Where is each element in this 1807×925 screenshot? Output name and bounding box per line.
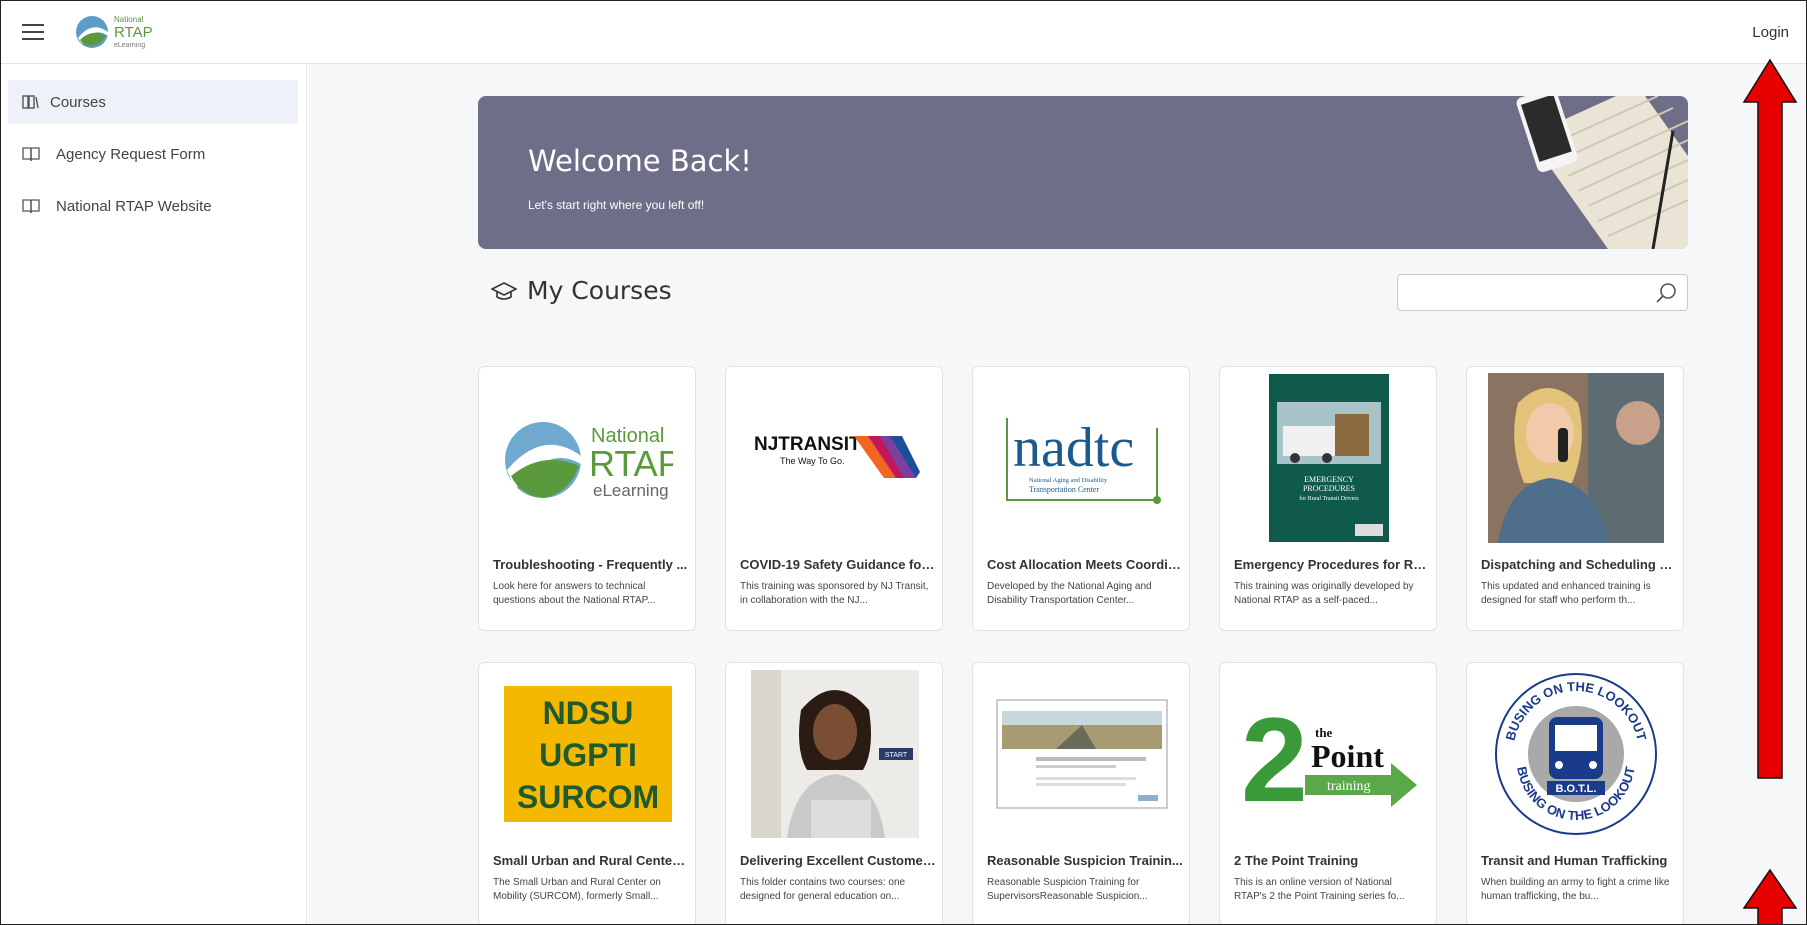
course-card[interactable]: NJTRANSIT The Way To Go. COVID-19 Safety… <box>725 366 943 631</box>
national-rtap-logo[interactable]: National RTAP eLearning <box>74 10 164 54</box>
sidebar-item-agency-request-form[interactable]: Agency Request Form <box>8 132 298 176</box>
course-thumbnail <box>1487 373 1665 543</box>
emergency-procedures-cover: EMERGENCY PROCEDURES for Rural Transit D… <box>1269 374 1389 542</box>
course-description: This training was originally developed b… <box>1234 581 1414 606</box>
course-thumbnail: NDSU UGPTI SURCOM <box>499 669 677 839</box>
course-title: Dispatching and Scheduling Tr... <box>1481 557 1677 572</box>
course-thumbnail: EMERGENCY PROCEDURES for Rural Transit D… <box>1240 373 1418 543</box>
dispatcher-photo <box>1488 373 1664 543</box>
sidebar-item-label: Agency Request Form <box>56 145 206 163</box>
course-title: Reasonable Suspicion Trainin... <box>987 853 1183 868</box>
svg-text:NJTRANSIT: NJTRANSIT <box>754 434 861 455</box>
course-thumbnail: National RTAP eLearning <box>499 373 677 543</box>
course-title: Cost Allocation Meets Coordin... <box>987 557 1183 572</box>
svg-text:SURCOM: SURCOM <box>517 779 659 815</box>
svg-text:B.O.T.L.: B.O.T.L. <box>1556 783 1597 795</box>
sidebar: Courses Agency Request Form National RTA… <box>0 64 307 925</box>
course-card[interactable]: nadtc National Aging and Disability Tran… <box>972 366 1190 631</box>
two-the-point-logo: 2 the Point training <box>1241 693 1417 819</box>
course-title: COVID-19 Safety Guidance for ... <box>740 557 936 572</box>
course-description: Developed by the National Aging and Disa… <box>987 581 1152 606</box>
graduation-cap-icon <box>491 281 517 300</box>
svg-text:Transportation Center: Transportation Center <box>1029 485 1099 494</box>
course-description: This updated and enhanced training is de… <box>1481 581 1651 606</box>
course-description: This is an online version of National RT… <box>1234 877 1405 902</box>
svg-text:Point: Point <box>1311 738 1384 774</box>
svg-text:PROCEDURES: PROCEDURES <box>1303 484 1355 493</box>
svg-text:UGPTI: UGPTI <box>539 737 637 773</box>
course-title: Troubleshooting - Frequently ... <box>493 557 688 572</box>
search-input[interactable] <box>1398 275 1638 310</box>
svg-text:EMERGENCY: EMERGENCY <box>1304 475 1354 484</box>
sidebar-item-label: National RTAP Website <box>56 197 212 215</box>
notebook-phone-illustration <box>1516 96 1688 249</box>
course-thumbnail: 2 the Point training <box>1240 669 1418 839</box>
hamburger-menu-icon[interactable] <box>22 24 44 40</box>
sidebar-item-national-rtap-website[interactable]: National RTAP Website <box>8 184 298 228</box>
course-thumbnail <box>993 669 1171 839</box>
svg-text:eLearning: eLearning <box>114 42 145 49</box>
main-content: Welcome Back! Let's start right where yo… <box>308 64 1807 925</box>
course-title: Delivering Excellent Customer... <box>740 853 936 868</box>
course-description: Reasonable Suspicion Training for Superv… <box>987 877 1148 902</box>
course-description: Look here for answers to technical quest… <box>493 581 656 606</box>
course-search <box>1397 274 1688 311</box>
surcom-logo: NDSU UGPTI SURCOM <box>504 686 672 822</box>
search-icon[interactable] <box>1655 282 1677 304</box>
sidebar-item-courses[interactable]: Courses <box>8 80 298 124</box>
course-title: Emergency Procedures for Ru... <box>1234 557 1430 572</box>
svg-text:training: training <box>1327 779 1371 794</box>
course-title: Transit and Human Trafficking <box>1481 853 1668 868</box>
svg-text:eLearning: eLearning <box>593 481 669 500</box>
busing-on-the-lookout-logo: BUSING ON THE LOOKOUT BUSING ON THE LOOK… <box>1495 673 1657 835</box>
nadtc-logo: nadtc National Aging and Disability Tran… <box>1006 417 1161 504</box>
courses-icon <box>22 95 39 109</box>
national-rtap-logo: National RTAP eLearning <box>505 422 673 500</box>
reasonable-suspicion-screenshot <box>996 699 1168 809</box>
svg-text:nadtc: nadtc <box>1013 417 1134 479</box>
top-bar: National RTAP eLearning Login <box>0 0 1807 64</box>
svg-text:National: National <box>114 15 144 24</box>
my-courses-heading: My Courses <box>491 276 672 305</box>
svg-text:START: START <box>885 752 908 759</box>
course-description: The Small Urban and Rural Center on Mobi… <box>493 877 661 902</box>
nj-transit-logo: NJTRANSIT The Way To Go. <box>754 434 920 478</box>
svg-text:RTAP: RTAP <box>589 443 673 484</box>
scroll-up-arrow-annotation <box>1742 868 1798 925</box>
course-card[interactable]: 2 the Point training 2 The Point Trainin… <box>1219 662 1437 925</box>
course-thumbnail: nadtc National Aging and Disability Tran… <box>993 373 1171 543</box>
course-description: This folder contains two courses: one de… <box>740 877 906 902</box>
course-title: Small Urban and Rural Center ... <box>493 853 689 868</box>
course-card[interactable]: EMERGENCY PROCEDURES for Rural Transit D… <box>1219 366 1437 631</box>
svg-text:for Rural Transit Drivers: for Rural Transit Drivers <box>1299 495 1359 502</box>
book-icon <box>22 147 40 162</box>
scroll-up-arrow-annotation <box>1742 58 1798 779</box>
svg-text:NDSU: NDSU <box>543 695 634 731</box>
course-thumbnail: BUSING ON THE LOOKOUT BUSING ON THE LOOK… <box>1487 669 1665 839</box>
course-card[interactable]: Dispatching and Scheduling Tr... This up… <box>1466 366 1684 631</box>
book-icon <box>22 199 40 214</box>
course-title: 2 The Point Training <box>1234 853 1359 868</box>
svg-text:2: 2 <box>1241 693 1308 819</box>
course-card[interactable]: START Delivering Excellent Customer... T… <box>725 662 943 925</box>
welcome-banner: Welcome Back! Let's start right where yo… <box>478 96 1688 249</box>
login-link[interactable]: Login <box>1752 24 1789 41</box>
svg-text:The Way To Go.: The Way To Go. <box>780 456 845 466</box>
course-description: When building an army to fight a crime l… <box>1481 877 1670 902</box>
banner-subtitle: Let's start right where you left off! <box>528 198 705 212</box>
customer-service-photo: START <box>751 670 919 838</box>
course-card[interactable]: BUSING ON THE LOOKOUT BUSING ON THE LOOK… <box>1466 662 1684 925</box>
banner-title: Welcome Back! <box>528 144 752 178</box>
svg-text:RTAP: RTAP <box>114 24 153 41</box>
course-card[interactable]: National RTAP eLearning Troubleshooting … <box>478 366 696 631</box>
course-thumbnail: NJTRANSIT The Way To Go. <box>746 373 924 543</box>
course-description: This training was sponsored by NJ Transi… <box>740 581 929 606</box>
my-courses-title: My Courses <box>527 276 672 305</box>
sidebar-item-label: Courses <box>50 93 106 111</box>
svg-text:National Aging and Disability: National Aging and Disability <box>1029 477 1108 484</box>
course-card[interactable]: NDSU UGPTI SURCOM Small Urban and Rural … <box>478 662 696 925</box>
course-thumbnail: START <box>746 669 924 839</box>
course-card[interactable]: Reasonable Suspicion Trainin... Reasonab… <box>972 662 1190 925</box>
